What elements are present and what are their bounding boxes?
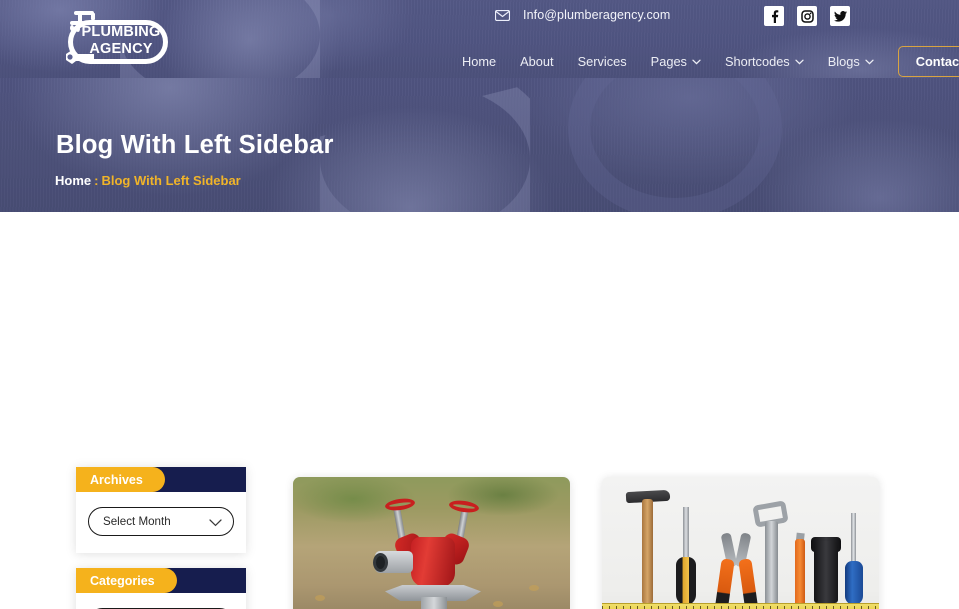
widget-archives-header: Archives	[76, 467, 246, 492]
post-thumbnail-hydrant[interactable]	[293, 477, 570, 609]
chevron-down-icon	[865, 59, 874, 65]
nav-label: Home	[462, 54, 497, 69]
post-thumbnail-tools[interactable]	[602, 477, 879, 609]
header-email-text: Info@plumberagency.com	[523, 8, 671, 22]
breadcrumb-current: Blog With Left Sidebar	[101, 173, 241, 188]
facebook-icon[interactable]	[764, 6, 784, 26]
widget-categories-body: Select Category	[76, 593, 246, 609]
blog-post-card[interactable]: Block category: Embeds This post tests v…	[602, 477, 879, 609]
chevron-down-icon	[795, 59, 804, 65]
widget-categories-title: Categories	[76, 568, 177, 593]
main-navigation: Home About Services Pages Shortcodes Blo…	[450, 46, 959, 77]
select-month-value: Select Month	[103, 515, 171, 528]
nav-label: Pages	[650, 54, 687, 69]
select-month-dropdown[interactable]: Select Month	[88, 507, 234, 536]
nav-item-home[interactable]: Home	[450, 54, 508, 69]
nav-item-blogs[interactable]: Blogs	[816, 54, 886, 69]
site-header: PLUMBING AGENCY Info@plumberagency.com H…	[0, 0, 959, 78]
breadcrumb-home-link[interactable]: Home	[55, 173, 91, 188]
widget-categories: Categories Select Category	[76, 568, 246, 609]
chevron-down-icon	[209, 519, 222, 527]
logo-text: PLUMBING AGENCY	[81, 24, 161, 57]
blog-post-card[interactable]: Block category: Common The Common catego…	[293, 477, 570, 609]
breadcrumb: Home : Blog With Left Sidebar	[55, 173, 241, 188]
social-links	[764, 6, 850, 26]
header-email[interactable]: Info@plumberagency.com	[495, 8, 670, 22]
chevron-down-icon	[692, 59, 701, 65]
nav-item-pages[interactable]: Pages	[639, 54, 713, 69]
twitter-icon[interactable]	[830, 6, 850, 26]
blog-post-grid: Block category: Common The Common catego…	[293, 477, 879, 609]
envelope-icon	[495, 9, 510, 21]
nav-label: About	[520, 54, 554, 69]
widget-categories-header: Categories	[76, 568, 246, 593]
site-logo[interactable]: PLUMBING AGENCY	[46, 8, 174, 68]
breadcrumb-separator: :	[94, 173, 99, 188]
widget-archives-body: Select Month	[76, 492, 246, 553]
nav-item-services[interactable]: Services	[566, 54, 639, 69]
blog-sidebar: Archives Select Month Categories Select …	[76, 467, 246, 609]
widget-archives: Archives Select Month	[76, 467, 246, 553]
nav-label: Blogs	[827, 54, 860, 69]
nav-item-shortcodes[interactable]: Shortcodes	[713, 54, 816, 69]
nav-label: Services	[577, 54, 627, 69]
tape-measure	[602, 603, 879, 609]
widget-archives-title: Archives	[76, 467, 165, 492]
contact-us-button[interactable]: Contact Us	[897, 46, 959, 77]
nav-item-about[interactable]: About	[508, 54, 565, 69]
instagram-icon[interactable]	[797, 6, 817, 26]
page-title: Blog With Left Sidebar	[56, 131, 334, 159]
nav-label: Shortcodes	[724, 54, 790, 69]
